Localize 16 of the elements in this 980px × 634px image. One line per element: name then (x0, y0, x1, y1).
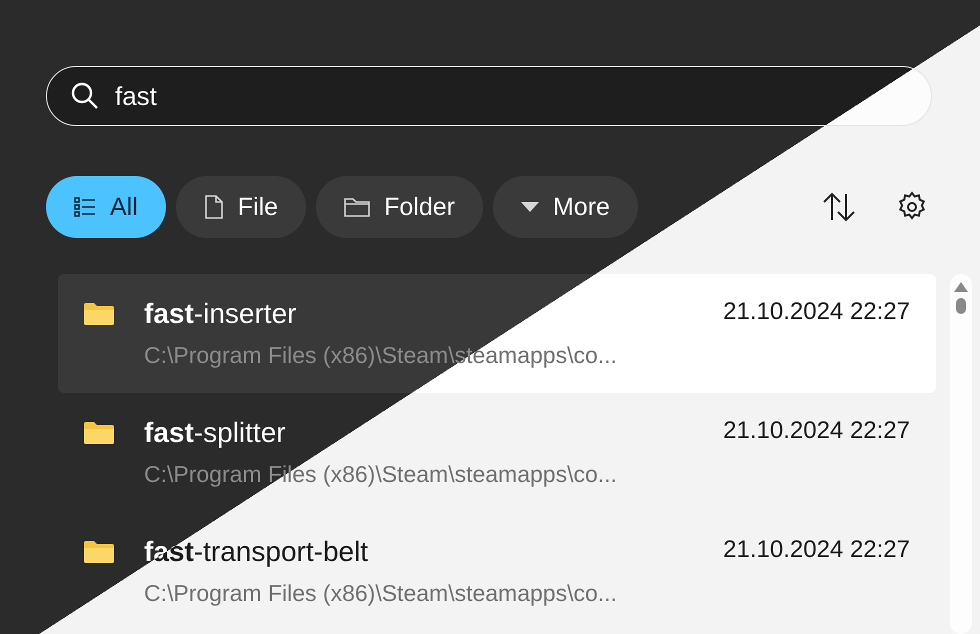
filter-chip[interactable]: Folder (316, 176, 483, 238)
scroll-thumb[interactable] (956, 298, 966, 314)
scrollbar[interactable] (950, 274, 972, 634)
filter-chip[interactable]: All (46, 176, 166, 238)
filter-chip[interactable]: File (176, 176, 306, 238)
search-field[interactable]: fast (46, 66, 932, 126)
search-icon (71, 82, 99, 110)
list-icon (74, 196, 96, 218)
scroll-up-icon[interactable] (954, 282, 968, 292)
folder-icon (344, 196, 370, 218)
folder-icon (84, 541, 114, 563)
folder-icon (84, 303, 114, 325)
filter-chip[interactable]: More (492, 176, 638, 238)
caret-icon (520, 202, 539, 212)
folder-icon (84, 422, 114, 444)
file-icon (204, 195, 224, 219)
